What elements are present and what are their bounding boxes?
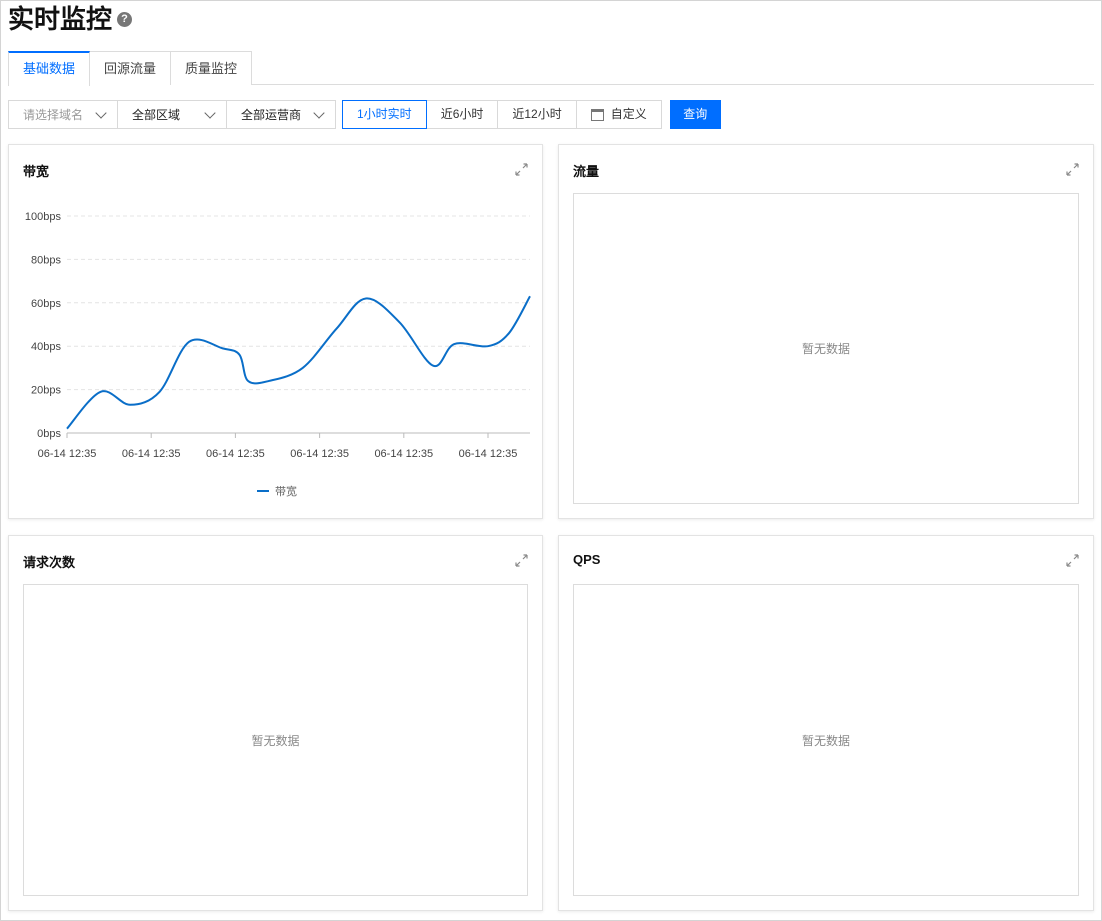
time-1h-button[interactable]: 1小时实时 bbox=[342, 100, 427, 129]
qps-card: QPS 暂无数据 bbox=[558, 535, 1094, 911]
page-title: 实时监控 bbox=[8, 4, 113, 34]
isp-select[interactable]: 全部运营商 bbox=[226, 100, 336, 129]
region-select-value: 全部区域 bbox=[132, 108, 181, 122]
time-custom-button[interactable]: 自定义 bbox=[575, 100, 662, 129]
filter-toolbar: 请选择域名 全部区域 全部运营商 1小时实时 近6小时 近12小时 自定义 查询 bbox=[8, 100, 721, 129]
x-tick-label: 06-14 12:35 bbox=[374, 448, 433, 460]
empty-text: 暂无数据 bbox=[801, 342, 850, 356]
y-tick-label: 80bps bbox=[31, 254, 61, 266]
card-title: 流量 bbox=[573, 164, 600, 179]
card-title: 请求次数 bbox=[23, 555, 76, 570]
empty-state: 暂无数据 bbox=[573, 584, 1079, 896]
time-range-group: 1小时实时 近6小时 近12小时 自定义 bbox=[342, 100, 662, 129]
tab-basic-data[interactable]: 基础数据 bbox=[8, 51, 91, 86]
query-button[interactable]: 查询 bbox=[669, 100, 721, 129]
x-tick-label: 06-14 12:35 bbox=[290, 448, 349, 460]
x-tick-label: 06-14 12:35 bbox=[122, 448, 181, 460]
chevron-down-icon bbox=[204, 106, 216, 119]
domain-select-placeholder: 请选择域名 bbox=[23, 108, 84, 122]
bandwidth-card: 带宽 0bps 20bps 40bps 60bps 80bps 100bps 06-14 1… bbox=[8, 144, 543, 519]
x-tick-label: 06-14 12:35 bbox=[459, 448, 518, 460]
expand-icon[interactable] bbox=[1066, 554, 1079, 567]
time-12h-button[interactable]: 近12小时 bbox=[497, 100, 577, 129]
empty-text: 暂无数据 bbox=[251, 733, 300, 748]
x-tick-label: 06-14 12:35 bbox=[38, 448, 97, 460]
empty-state: 暂无数据 bbox=[23, 584, 528, 896]
y-tick-label: 100bps bbox=[25, 211, 62, 223]
tab-bar: 基础数据 回源流量 质量监控 bbox=[8, 51, 1094, 86]
traffic-card: 流量 暂无数据 bbox=[558, 144, 1094, 519]
region-select[interactable]: 全部区域 bbox=[117, 100, 227, 129]
empty-text: 暂无数据 bbox=[801, 733, 850, 748]
chevron-down-icon bbox=[95, 106, 107, 119]
help-icon[interactable]: ? bbox=[117, 12, 132, 27]
tab-origin-traffic[interactable]: 回源流量 bbox=[90, 51, 172, 85]
domain-select[interactable]: 请选择域名 bbox=[8, 100, 118, 129]
legend-label: 带宽 bbox=[275, 484, 297, 498]
y-tick-label: 60bps bbox=[31, 298, 61, 310]
requests-card: 请求次数 暂无数据 bbox=[8, 535, 543, 911]
expand-icon[interactable] bbox=[1066, 163, 1079, 176]
time-6h-button[interactable]: 近6小时 bbox=[425, 100, 499, 129]
y-tick-label: 40bps bbox=[31, 341, 61, 353]
y-tick-label: 20bps bbox=[31, 385, 61, 397]
expand-icon[interactable] bbox=[515, 554, 528, 567]
empty-state: 暂无数据 bbox=[573, 193, 1079, 504]
bandwidth-chart: 0bps 20bps 40bps 60bps 80bps 100bps 06-14 12:3… bbox=[25, 211, 531, 498]
chevron-down-icon bbox=[313, 106, 325, 119]
series-line bbox=[66, 295, 531, 430]
isp-select-value: 全部运营商 bbox=[241, 108, 302, 122]
x-tick-label: 06-14 12:35 bbox=[206, 448, 265, 460]
y-tick-label: 0bps bbox=[37, 428, 61, 440]
time-custom-label: 自定义 bbox=[610, 107, 647, 121]
card-title: QPS bbox=[573, 552, 601, 567]
tab-quality-monitor[interactable]: 质量监控 bbox=[171, 51, 253, 85]
calendar-icon bbox=[590, 108, 604, 121]
